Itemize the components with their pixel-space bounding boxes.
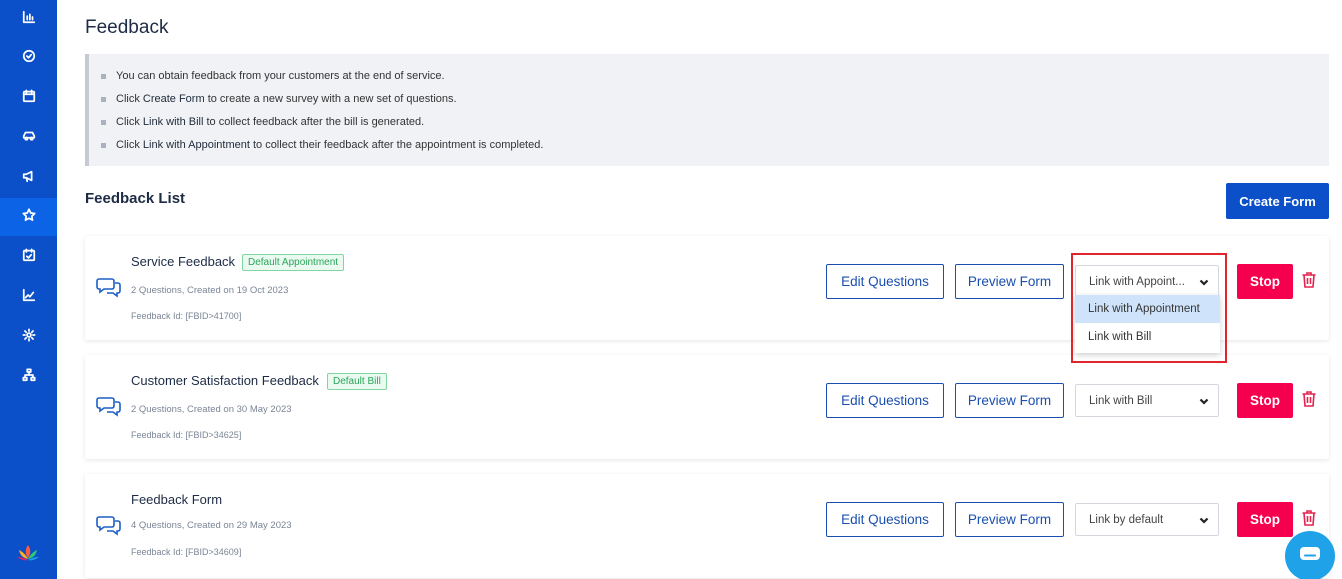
trash-icon[interactable]	[1301, 271, 1317, 289]
trash-icon[interactable]	[1301, 390, 1317, 408]
sidebar-item-marketing[interactable]	[0, 159, 57, 197]
bullet-icon	[101, 73, 106, 79]
bullet-icon	[101, 142, 106, 148]
info-line: You can obtain feedback from your custom…	[101, 70, 445, 82]
info-text: Click	[116, 139, 143, 151]
page-title: Feedback	[85, 17, 169, 38]
feedback-id: Feedback Id: [FBID>34625]	[131, 430, 242, 440]
info-line: Click Create Form to create a new survey…	[101, 93, 457, 105]
info-bold-text: Link with Appointment	[142, 139, 250, 151]
info-line: Click Link with Bill to collect feedback…	[101, 116, 424, 128]
link-select[interactable]: Link with Appoint...	[1075, 265, 1219, 298]
sidebar-item-feedback[interactable]	[0, 198, 57, 236]
sidebar	[0, 0, 57, 579]
sidebar-item-reports[interactable]	[0, 278, 57, 316]
feedback-card: Feedback Form 4 Questions, Created on 29…	[85, 474, 1329, 578]
stop-button[interactable]: Stop	[1237, 502, 1293, 537]
bar-chart-icon	[22, 10, 36, 29]
feedback-meta: 2 Questions, Created on 30 May 2023	[131, 404, 292, 415]
star-icon	[21, 207, 36, 227]
chevron-down-icon	[1199, 515, 1209, 525]
info-text: to collect their feedback after the appo…	[249, 139, 544, 151]
info-text: to collect feedback after the bill is ge…	[203, 116, 425, 128]
feedback-name: Service Feedback	[131, 254, 236, 269]
feedback-list-title: Feedback List	[85, 190, 186, 207]
feedback-id: Feedback Id: [FBID>34609]	[131, 547, 242, 557]
feedback-name: Customer Satisfaction Feedback	[131, 373, 319, 388]
chat-bubbles-icon	[96, 514, 122, 536]
trash-icon[interactable]	[1301, 509, 1317, 527]
dropdown-option-link-with-appointment[interactable]: Link with Appointment	[1075, 295, 1220, 323]
info-text: to create a new survey with a new set of…	[204, 93, 457, 105]
info-line: Click Link with Appointment to collect t…	[101, 139, 543, 151]
sidebar-item-settings[interactable]	[0, 318, 57, 356]
check-circle-icon	[22, 49, 36, 68]
info-bold-text: Link with Bill	[142, 116, 204, 128]
chevron-down-icon	[1199, 277, 1209, 287]
edit-questions-button[interactable]: Edit Questions	[826, 502, 944, 537]
feedback-id: Feedback Id: [FBID>41700]	[131, 311, 242, 321]
feedback-meta: 2 Questions, Created on 19 Oct 2023	[131, 285, 289, 296]
info-bold-text: Create Form	[142, 93, 205, 105]
link-dropdown-menu: Link with Appointment Link with Bill	[1075, 295, 1220, 353]
edit-questions-button[interactable]: Edit Questions	[826, 264, 944, 299]
chat-bubbles-icon	[96, 276, 122, 298]
preview-form-button[interactable]: Preview Form	[955, 383, 1064, 418]
sidebar-item-organization[interactable]	[0, 358, 57, 396]
chat-icon	[1299, 546, 1321, 567]
preview-form-button[interactable]: Preview Form	[955, 264, 1064, 299]
info-text: You can obtain feedback from your custom…	[116, 70, 445, 82]
calendar-check-icon	[22, 247, 36, 267]
calendar-icon	[22, 88, 36, 108]
default-badge: Default Bill	[327, 373, 387, 390]
info-text: Click	[116, 116, 143, 128]
chat-bubbles-icon	[96, 395, 122, 417]
feedback-meta: 4 Questions, Created on 29 May 2023	[131, 520, 292, 531]
stop-button[interactable]: Stop	[1237, 264, 1293, 299]
bullet-icon	[101, 119, 106, 125]
trend-chart-icon	[22, 288, 36, 307]
dropdown-option-link-with-bill[interactable]: Link with Bill	[1075, 323, 1220, 351]
info-box: You can obtain feedback from your custom…	[85, 54, 1329, 166]
link-select-value: Link by default	[1089, 513, 1164, 526]
sidebar-item-tasks[interactable]	[0, 39, 57, 77]
link-select-value: Link with Bill	[1089, 394, 1153, 407]
bullet-icon	[101, 96, 106, 102]
default-badge: Default Appointment	[242, 254, 345, 271]
link-select-value: Link with Appoint...	[1089, 275, 1185, 288]
chat-widget-button[interactable]	[1285, 531, 1335, 579]
sidebar-item-vehicles[interactable]	[0, 119, 57, 157]
main-content: Feedback You can obtain feedback from yo…	[57, 0, 1342, 579]
car-icon	[22, 129, 36, 148]
hierarchy-icon	[21, 367, 36, 387]
feedback-name: Feedback Form	[131, 492, 223, 507]
edit-questions-button[interactable]: Edit Questions	[826, 383, 944, 418]
sidebar-item-schedule[interactable]	[0, 238, 57, 276]
sidebar-item-calendar[interactable]	[0, 79, 57, 117]
stop-button[interactable]: Stop	[1237, 383, 1293, 418]
gear-icon	[21, 327, 36, 347]
preview-form-button[interactable]: Preview Form	[955, 502, 1064, 537]
link-select[interactable]: Link by default	[1075, 503, 1219, 536]
info-text: Click	[116, 93, 143, 105]
megaphone-icon	[22, 169, 36, 188]
lotus-logo	[16, 543, 40, 563]
feedback-card: Customer Satisfaction Feedback Default B…	[85, 355, 1329, 459]
sidebar-item-dashboard[interactable]	[0, 0, 57, 38]
chevron-down-icon	[1199, 396, 1209, 406]
create-form-button[interactable]: Create Form	[1226, 183, 1329, 219]
link-select[interactable]: Link with Bill	[1075, 384, 1219, 417]
